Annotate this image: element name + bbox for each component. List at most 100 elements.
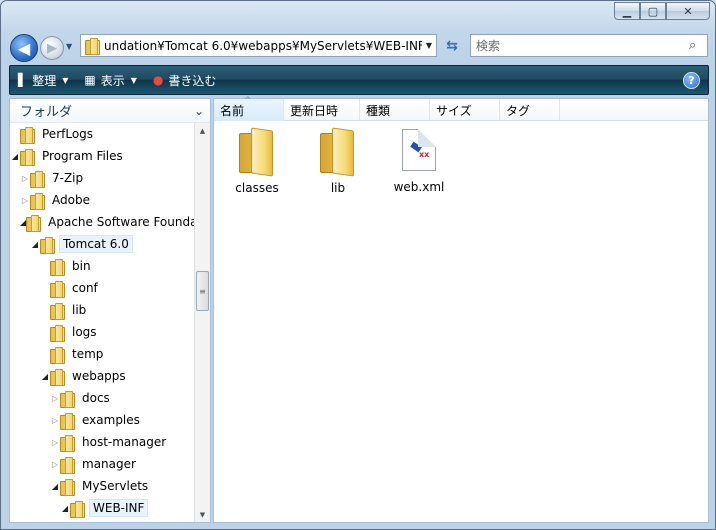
column-header-tags[interactable]: タグ <box>500 99 560 121</box>
close-button[interactable]: ✕ <box>666 2 710 20</box>
tree-item-label: conf <box>72 281 98 295</box>
tree-item-lib[interactable]: lib <box>10 299 196 321</box>
tree-item-perflogs[interactable]: PerfLogs <box>10 123 196 145</box>
tree-item-temp[interactable]: temp <box>10 343 196 365</box>
chevron-down-icon: ⌄ <box>193 103 204 118</box>
column-headers: ^ 名前 更新日時 種類 サイズ タグ <box>214 96 708 121</box>
tree-expander[interactable]: ▷ <box>50 438 60 447</box>
burn-label: 書き込む <box>168 73 217 88</box>
tree-item-myservlets[interactable]: ◢ MyServlets <box>10 475 196 497</box>
folders-header[interactable]: フォルダ ⌄ <box>10 99 210 123</box>
column-header-name[interactable]: ^ 名前 <box>214 96 284 121</box>
tree-expander[interactable]: ◢ <box>40 372 50 381</box>
tree-expander[interactable]: ▷ <box>50 460 60 469</box>
help-icon: ? <box>688 74 695 87</box>
column-header-type[interactable]: 種類 <box>360 99 430 121</box>
folder-tree: PerfLogs ◢ Program Files ▷ 7-Zip ▷ Adobe ◢ A… <box>10 123 197 519</box>
tree-expander[interactable]: ◢ <box>10 152 20 161</box>
folder-icon <box>60 456 75 474</box>
tree-item-manager[interactable]: ▷ manager <box>10 453 196 475</box>
tree-item-logs[interactable]: logs <box>10 321 196 343</box>
tree-item-webapps[interactable]: ◢ webapps <box>10 365 196 387</box>
search-box[interactable]: 検索 ⌕ <box>470 34 708 57</box>
folder-icon <box>50 280 65 298</box>
column-header-label: タグ <box>506 103 531 118</box>
file-list-pane: ^ 名前 更新日時 種類 サイズ タグ classes lib xx web.x… <box>213 96 709 523</box>
folders-header-label: フォルダ <box>20 105 73 120</box>
address-bar[interactable]: undation¥Tomcat 6.0¥webapps¥MyServlets¥W… <box>80 34 437 57</box>
folder-icon <box>60 412 75 430</box>
tree-item-docs[interactable]: ▷ docs <box>10 387 196 409</box>
search-icon[interactable]: ⌕ <box>689 38 707 53</box>
file-item-label: lib <box>330 181 346 195</box>
tree-item-label: MyServlets <box>82 479 149 493</box>
tree-expander[interactable]: ▷ <box>50 394 60 403</box>
back-button[interactable]: ◀ <box>10 34 38 62</box>
folder-icon <box>60 390 75 408</box>
file-item-web-xml[interactable]: xx web.xml <box>379 129 459 194</box>
folder-icon <box>40 236 55 254</box>
tree-item-label: Adobe <box>52 193 90 207</box>
tree-item-tomcat[interactable]: ◢ Tomcat 6.0 <box>10 233 196 255</box>
minimize-button[interactable]: ▁ <box>614 2 640 20</box>
scroll-down-button[interactable]: ▼ <box>195 507 210 522</box>
tree-expander[interactable]: ◢ <box>30 240 40 249</box>
column-header-label: 種類 <box>366 103 391 118</box>
file-item-label: classes <box>235 181 279 195</box>
tree-item-label: examples <box>82 413 140 427</box>
tree-item-apache-software-foundation[interactable]: ◢ Apache Software Founda <box>10 211 197 233</box>
forward-button[interactable]: ▶ <box>40 36 64 60</box>
burn-button[interactable]: ● 書き込む <box>145 66 225 94</box>
tree-expander[interactable]: ▷ <box>20 174 30 183</box>
scroll-up-button[interactable]: ▲ <box>195 123 210 139</box>
tree-expander[interactable]: ▷ <box>50 416 60 425</box>
burn-disc-icon: ● <box>152 73 164 87</box>
column-header-label: 更新日時 <box>290 103 339 118</box>
tree-item-label: temp <box>72 347 104 361</box>
refresh-icon: ⇆ <box>446 37 458 54</box>
tree-item-host-manager[interactable]: ▷ host-manager <box>10 431 196 453</box>
tree-expander[interactable]: ◢ <box>50 482 60 491</box>
tree-item-label: Tomcat 6.0 <box>59 235 133 253</box>
grip-icon: ≡ <box>199 286 206 296</box>
file-item-classes[interactable]: classes <box>217 127 297 195</box>
tree-expander[interactable]: ▷ <box>20 196 30 205</box>
refresh-button[interactable]: ⇆ <box>440 34 464 57</box>
tree-expander[interactable]: ◢ <box>60 504 70 513</box>
tree-item-label: logs <box>72 325 97 339</box>
tree-item-bin[interactable]: bin <box>10 255 196 277</box>
tree-item-label: bin <box>72 259 91 273</box>
tree-item-7-zip[interactable]: ▷ 7-Zip <box>10 167 196 189</box>
address-dropdown-icon[interactable]: ▼ <box>422 41 436 50</box>
help-button[interactable]: ? <box>683 72 700 89</box>
views-label: 表示 <box>100 73 125 88</box>
tree-item-label: PerfLogs <box>42 127 94 141</box>
folder-icon <box>20 148 35 166</box>
tree-item-conf[interactable]: conf <box>10 277 196 299</box>
tree-item-examples[interactable]: ▷ examples <box>10 409 196 431</box>
forward-arrow-icon: ▶ <box>47 40 57 56</box>
column-header-label: 名前 <box>220 103 245 118</box>
folder-icon <box>85 38 100 55</box>
views-icon: ▦ <box>84 73 96 87</box>
tree-item-label: docs <box>82 391 110 405</box>
scrollbar-thumb[interactable]: ≡ <box>196 271 209 311</box>
column-header-size[interactable]: サイズ <box>430 99 500 121</box>
tree-item-label: webapps <box>72 369 126 383</box>
column-header-modified[interactable]: 更新日時 <box>284 99 360 121</box>
tree-item-web-inf[interactable]: ◢ WEB-INF <box>10 497 196 519</box>
views-button[interactable]: ▦ 表示 ▼ <box>76 66 145 94</box>
address-path[interactable]: undation¥Tomcat 6.0¥webapps¥MyServlets¥W… <box>104 39 422 53</box>
recent-pages-dropdown[interactable]: ▼ <box>66 42 72 51</box>
tree-item-adobe[interactable]: ▷ Adobe <box>10 189 196 211</box>
search-input[interactable]: 検索 <box>476 37 689 54</box>
file-item-lib[interactable]: lib <box>298 127 378 195</box>
tree-item-program-files[interactable]: ◢ Program Files <box>10 145 196 167</box>
column-header-label: サイズ <box>436 103 472 118</box>
tree-scrollbar[interactable]: ▲ ≡ ▼ <box>194 123 210 522</box>
maximize-button[interactable]: ▢ <box>640 2 666 20</box>
folder-icon <box>26 214 42 232</box>
folder-icon <box>70 500 85 518</box>
navigation-pane: フォルダ ⌄ PerfLogs ◢ Program Files ▷ 7-Zip ▷ A… <box>9 98 211 523</box>
organize-button[interactable]: ▌ 整理 ▼ <box>10 66 76 94</box>
